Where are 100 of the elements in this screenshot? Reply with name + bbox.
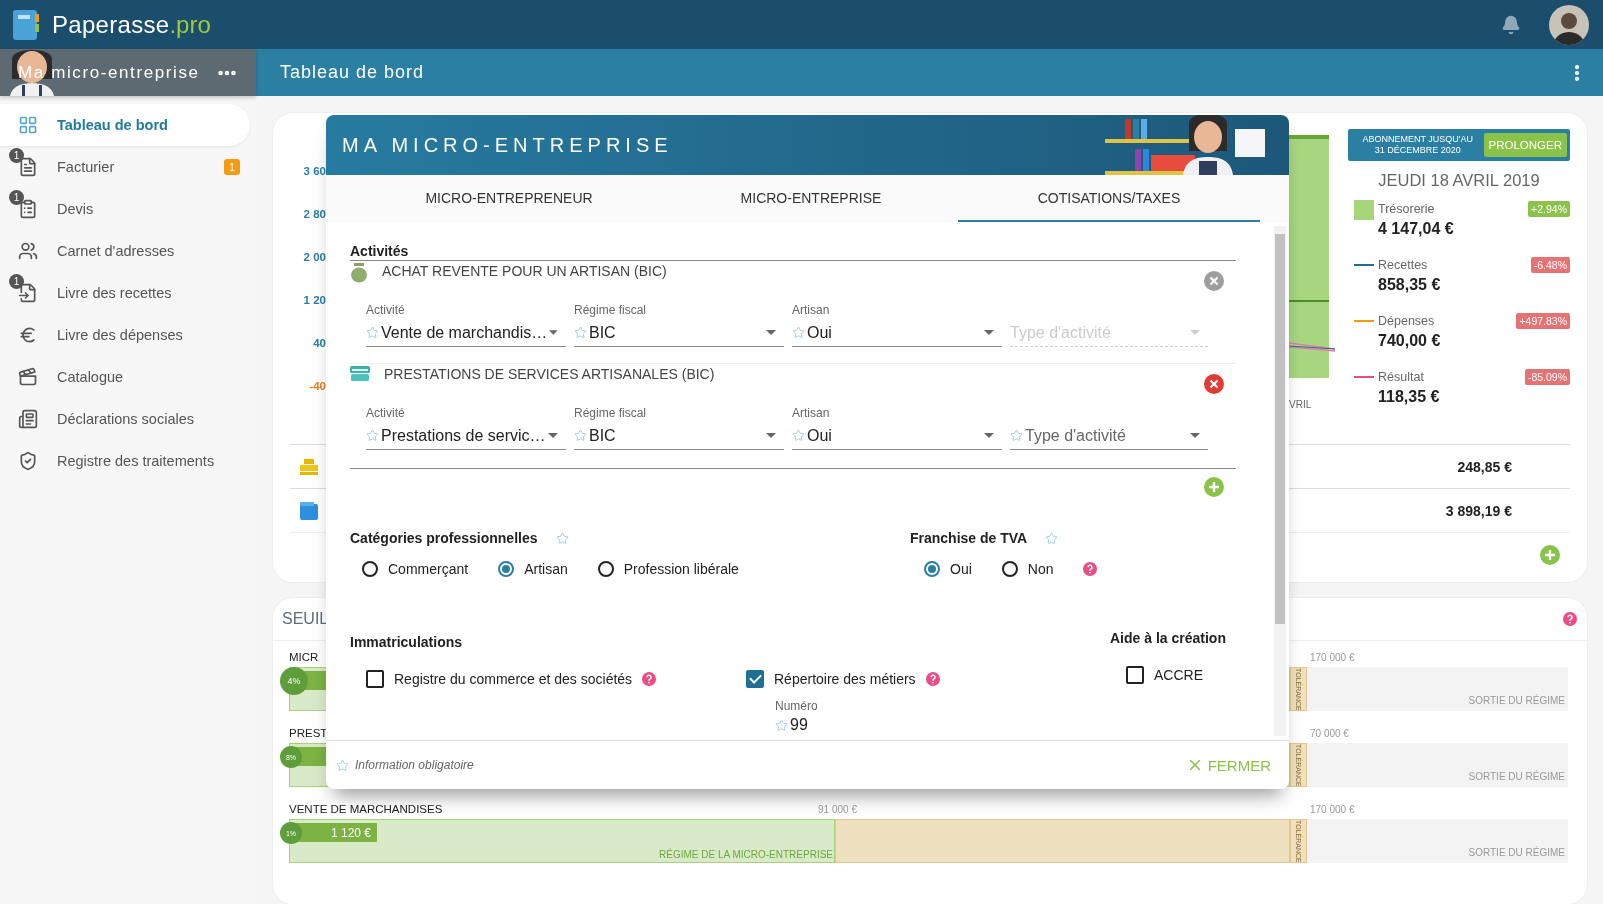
radio-option[interactable]: Non <box>1001 561 1054 577</box>
limit-label: 91 000 € <box>818 803 857 815</box>
exit-label: SORTIE DU RÉGIME <box>1468 695 1566 708</box>
radio-option[interactable]: Oui <box>924 561 972 577</box>
select-field[interactable]: Prestations de servic… <box>366 422 566 450</box>
required-star-icon <box>1010 429 1023 442</box>
threshold-label: PREST <box>289 727 328 739</box>
amount-value: 3 898,19 € <box>1445 502 1512 519</box>
newspaper-icon <box>18 409 38 429</box>
radio-button[interactable] <box>362 561 378 577</box>
document-icon <box>18 157 38 177</box>
radio-option[interactable]: Commerçant <box>362 561 469 577</box>
clapperboard-icon <box>18 367 38 387</box>
required-star-icon <box>336 758 349 772</box>
axis-label: VRIL <box>1289 399 1313 410</box>
notebook-logo-icon <box>10 7 42 42</box>
axis-tick-label: 1 20 <box>303 294 326 307</box>
field-label: Activité <box>366 406 406 422</box>
required-star-icon <box>366 326 379 339</box>
page-title: Tableau de bord <box>280 62 426 83</box>
change-badge: -6.48% <box>1530 257 1570 273</box>
sidebar-item[interactable]: Déclarations sociales <box>0 398 250 440</box>
amount-value: 740,00 € <box>1378 332 1442 350</box>
checkbox[interactable] <box>1126 666 1144 684</box>
axis-tick-label: 2 00 <box>303 251 326 264</box>
select-field[interactable]: Vente de marchandis… <box>366 319 566 347</box>
help-icon[interactable] <box>925 672 940 686</box>
threshold-label: MICR <box>289 651 319 663</box>
amount-label: 1 120 € <box>331 825 372 840</box>
select-field[interactable]: Oui <box>792 319 1002 347</box>
legend-label: Recettes <box>1378 258 1429 272</box>
app-logo[interactable]: Paperasse.pro <box>52 10 211 39</box>
field-label: Activité <box>366 303 406 319</box>
radio-button[interactable] <box>597 561 614 577</box>
sidebar-item[interactable]: 1 Devis <box>0 188 250 230</box>
caret-icon <box>766 330 776 335</box>
help-icon[interactable] <box>642 672 657 686</box>
dialog-tab[interactable]: COTISATIONS/TAXES <box>958 175 1260 222</box>
limit-label: 170 000 € <box>1309 651 1356 663</box>
field-label: Régime fiscal <box>574 406 648 422</box>
caret-icon <box>1190 330 1200 335</box>
activity-title: ACHAT REVENTE POUR UN ARTISAN (BIC) <box>382 263 668 279</box>
count-badge: 1 <box>223 159 240 175</box>
sidebar-item[interactable]: Catalogue <box>0 356 250 398</box>
sidebar-item[interactable]: 1 Facturier 1 <box>0 146 250 188</box>
select-field[interactable]: BIC <box>574 319 784 347</box>
sidebar-item[interactable]: Registre des traitements <box>0 440 250 482</box>
help-icon[interactable] <box>1563 612 1577 626</box>
card-title: SEUIL <box>282 610 330 628</box>
required-star-icon <box>366 429 379 442</box>
scrollbar[interactable] <box>1274 226 1286 736</box>
radio-button[interactable] <box>1001 561 1018 577</box>
shield-icon <box>18 451 38 471</box>
checkbox-option[interactable]: Répertoire des métiers <box>746 669 1110 689</box>
dialog-title: MA MICRO-ENTREPRISE <box>342 133 674 157</box>
count-badge: 1 <box>9 190 24 205</box>
number-field[interactable]: 99 <box>746 715 1110 735</box>
radio-button[interactable] <box>924 561 940 577</box>
amount-value: 118,35 € <box>1378 388 1441 406</box>
limit-label: 170 000 € <box>1309 803 1356 815</box>
user-avatar[interactable] <box>1549 4 1589 45</box>
section-title: Catégories professionnelles <box>350 530 538 546</box>
radio-option[interactable]: Profession libérale <box>597 561 739 577</box>
section-title: Aide à la création <box>1110 629 1227 647</box>
radio-option[interactable]: Artisan <box>498 561 568 577</box>
axis-tick-label: 40 <box>313 337 326 350</box>
dialog-tab[interactable]: MICRO-ENTREPRENEUR <box>358 175 660 222</box>
amount-value: 4 147,04 € <box>1378 220 1455 238</box>
caret-icon <box>984 330 994 335</box>
date-label: JEUDI 18 AVRIL 2019 <box>1377 171 1541 190</box>
caret-icon <box>766 433 776 438</box>
checkbox-option[interactable]: Registre du commerce et des sociétés <box>366 669 746 689</box>
help-icon[interactable] <box>1083 562 1098 576</box>
radio-button[interactable] <box>498 561 515 577</box>
company-name: Ma micro-entreprise <box>18 62 201 83</box>
remove-icon[interactable] <box>1204 374 1224 394</box>
notification-bell-icon[interactable] <box>1501 14 1521 35</box>
select-field[interactable]: BIC <box>574 422 784 450</box>
select-field[interactable]: Oui <box>792 422 1002 450</box>
sidebar-item[interactable]: Carnet d'adresses <box>0 230 250 272</box>
remove-icon[interactable] <box>1204 271 1224 291</box>
cash-register-icon <box>300 458 318 475</box>
exit-label: SORTIE DU RÉGIME <box>1468 847 1566 860</box>
caret-icon <box>1190 433 1200 438</box>
required-star-icon <box>775 718 788 732</box>
change-badge: +2.94% <box>1528 201 1570 217</box>
sidebar-item[interactable]: 1 Livre des recettes <box>0 272 250 314</box>
limit-label: 70 000 € <box>1309 727 1350 739</box>
checkbox-option[interactable]: ACCRE <box>1126 665 1236 685</box>
sidebar-item[interactable]: Livre des dépenses <box>0 314 250 356</box>
checkbox[interactable] <box>366 670 384 688</box>
sidebar-item[interactable]: Tableau de bord <box>0 104 250 146</box>
checkbox[interactable] <box>746 670 764 688</box>
legend-label: Trésorerie <box>1378 202 1436 216</box>
exit-label: SORTIE DU RÉGIME <box>1468 771 1566 784</box>
footnote: Information obligatoire <box>355 758 475 772</box>
stack-icon <box>350 366 370 382</box>
section-title: Franchise de TVA <box>910 530 1028 546</box>
select-field[interactable]: Type d'activité <box>1010 422 1208 450</box>
required-star-icon <box>574 326 587 339</box>
